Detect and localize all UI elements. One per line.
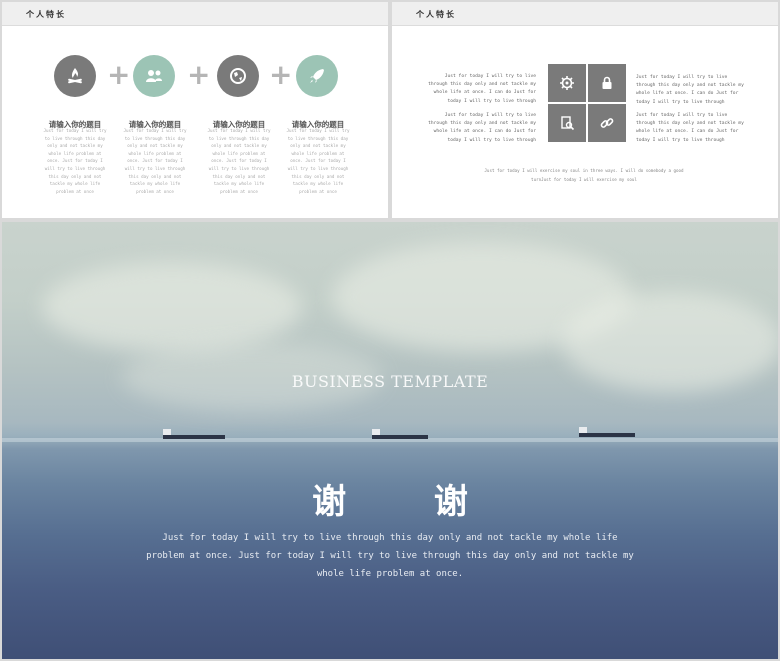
- users-icon: [133, 55, 175, 97]
- campfire-icon: [54, 55, 96, 97]
- slide-header-title: 个人特长: [416, 10, 456, 19]
- column-body: Just for today I will try to live throug…: [43, 128, 107, 194]
- left-bottom-text: Just for today I will try to live throug…: [428, 113, 536, 143]
- plus-icon: +: [269, 58, 293, 91]
- rocket-icon: [296, 55, 338, 97]
- slide-thank-you[interactable]: BUSINESS TEMPLATE 谢 谢 Just for today I w…: [2, 222, 778, 659]
- ship-graphic: [579, 427, 635, 437]
- business-template-tagline: BUSINESS TEMPLATE: [291, 372, 489, 391]
- gear-icon: [548, 64, 586, 102]
- column-body: Just for today I will try to live throug…: [207, 128, 271, 194]
- slide-header: 个人特长: [392, 2, 778, 26]
- plus-icon: +: [187, 58, 211, 91]
- closing-paragraph: Just for today I will try to live throug…: [146, 533, 634, 579]
- ship-graphic: [372, 429, 428, 439]
- puzzle-graphic: [548, 64, 626, 142]
- lock-icon: [588, 64, 626, 102]
- globe-icon: [217, 55, 259, 97]
- slide-header: 个人特长: [2, 2, 388, 26]
- plus-icon: +: [107, 58, 131, 91]
- left-top-text: Just for today I will try to live throug…: [428, 74, 536, 104]
- ship-graphic: [163, 429, 225, 439]
- column-body: Just for today I will try to live throug…: [286, 128, 350, 194]
- ocean-background-photo: [2, 222, 778, 659]
- slide-personal-skills-icons[interactable]: 个人特长 + + + 请输入你的题目 Just for today I will…: [2, 2, 388, 218]
- column-body: Just for today I will try to live throug…: [123, 128, 187, 194]
- right-top-text: Just for today I will try to live throug…: [636, 75, 744, 105]
- slide-header-title: 个人特长: [26, 10, 66, 19]
- slide-personal-skills-puzzle[interactable]: 个人特长 Just for today I will try to live t…: [392, 2, 778, 218]
- link-icon: [588, 104, 626, 142]
- document-search-icon: [548, 104, 586, 142]
- right-bottom-text: Just for today I will try to live throug…: [636, 113, 744, 143]
- thank-you-heading: 谢 谢: [312, 482, 506, 522]
- bottom-note-text: Just for today I will exercise my soul i…: [484, 168, 684, 182]
